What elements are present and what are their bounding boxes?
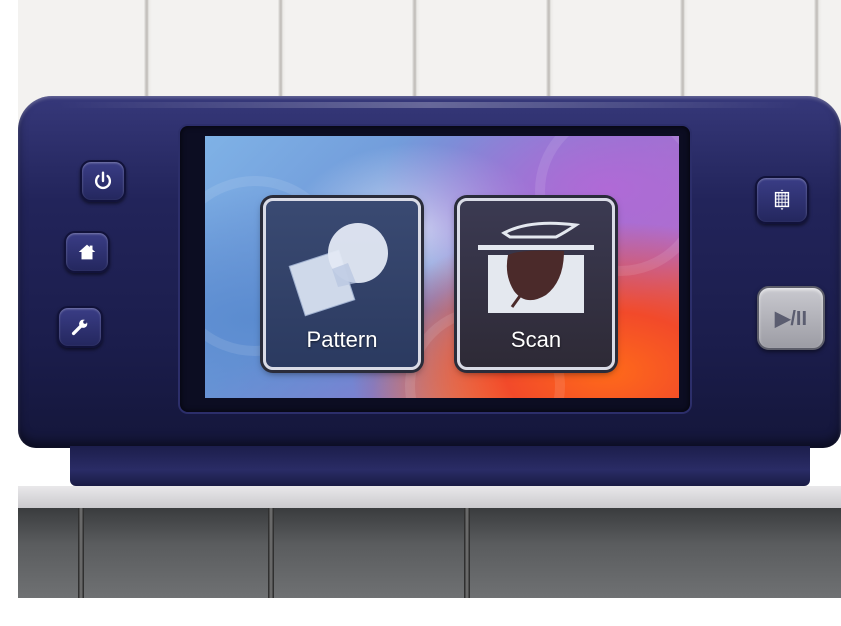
paper-tray-edge (18, 486, 841, 510)
settings-button[interactable] (57, 306, 103, 348)
pattern-shapes-icon (288, 223, 388, 317)
device-ledge (70, 446, 810, 486)
grid-adjust-button[interactable] (755, 176, 809, 224)
tray-divider (268, 508, 274, 598)
tray-divider (464, 508, 470, 598)
power-icon (94, 171, 112, 190)
scan-tile[interactable]: Scan (457, 198, 615, 370)
wrench-icon (71, 319, 88, 336)
tray-divider (78, 508, 84, 598)
pattern-tile[interactable]: Pattern (263, 198, 421, 370)
power-button[interactable] (80, 160, 126, 202)
scan-tile-label: Scan (510, 327, 562, 352)
play-pause-button[interactable]: ▶/II (757, 286, 825, 350)
touch-screen: Pattern Scan (205, 136, 679, 398)
pattern-tile-label: Pattern (306, 327, 378, 352)
play-pause-icon: ▶/II (774, 307, 808, 330)
paper-tray (18, 508, 841, 598)
home-button[interactable] (64, 231, 110, 273)
home-icon (78, 244, 96, 260)
scan-leaf-icon (478, 221, 594, 313)
grid-adjust-icon (774, 189, 790, 211)
